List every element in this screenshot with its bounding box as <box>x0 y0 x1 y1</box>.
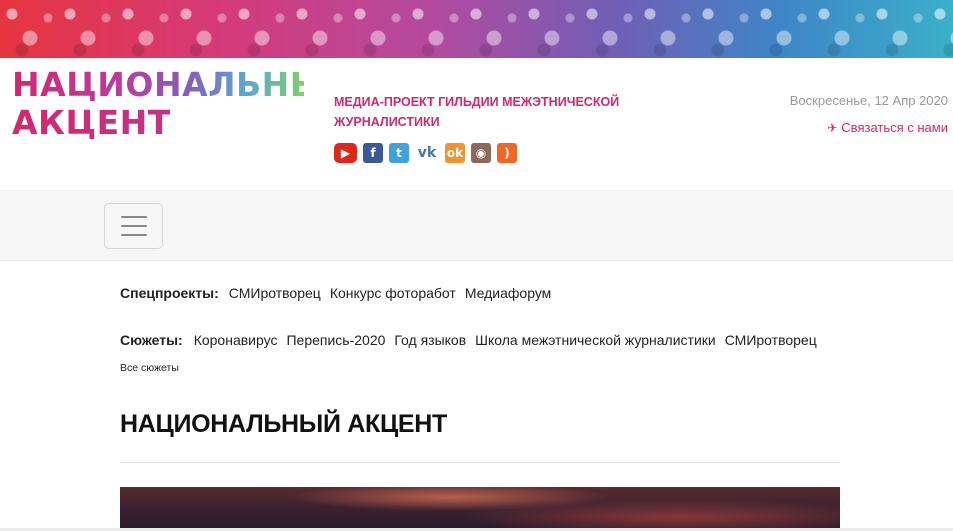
twitter-icon[interactable]: t <box>389 143 409 163</box>
specproject-link[interactable]: Медиафорум <box>465 285 551 301</box>
story-link[interactable]: Год языков <box>394 332 466 348</box>
navbar <box>0 190 953 261</box>
social-links: ▶ f t vk ok ◉ ) <box>334 143 517 163</box>
logo-line-2: АКЦЕНТ <box>12 106 304 139</box>
menu-toggle-button[interactable] <box>104 203 163 249</box>
vk-icon[interactable]: vk <box>415 143 439 163</box>
youtube-icon[interactable]: ▶ <box>334 143 357 163</box>
hamburger-line <box>120 234 147 236</box>
facebook-icon[interactable]: f <box>363 143 383 163</box>
story-link[interactable]: СМИротворец <box>725 332 817 348</box>
story-link[interactable]: Перепись-2020 <box>286 332 385 348</box>
site-tagline: МЕДИА-ПРОЕКТ ГИЛЬДИИ МЕЖЭТНИЧЕСКОЙ ЖУРНА… <box>334 95 620 129</box>
instagram-icon[interactable]: ◉ <box>471 143 491 163</box>
paper-plane-icon: ✈ <box>827 120 838 135</box>
all-stories-link[interactable]: Все сюжеты <box>120 362 179 374</box>
specprojects-row: Спецпроекты: СМИротворец Конкурс фотораб… <box>120 285 560 301</box>
divider <box>120 462 840 463</box>
story-link[interactable]: Школа межэтнической журналистики <box>475 332 716 348</box>
current-date: Воскресенье, 12 Апр 2020 <box>789 93 948 108</box>
rss-icon[interactable]: ) <box>497 143 517 163</box>
hamburger-line <box>120 216 147 218</box>
contact-label: Связаться с нами <box>841 120 948 135</box>
logo-line-1: НАЦИОНАЛЬНЫЙ <box>12 65 353 104</box>
hero-image[interactable] <box>120 487 840 531</box>
ornament-pattern <box>0 0 953 58</box>
odnoklassniki-icon[interactable]: ok <box>445 143 465 163</box>
hamburger-line <box>120 225 147 227</box>
stories-row: Сюжеты: Коронавирус Перепись-2020 Год яз… <box>120 332 826 348</box>
site-logo[interactable]: НАЦИОНАЛЬНЫЙ АКЦЕНТ <box>12 65 353 142</box>
page-headline: НАЦИОНАЛЬНЫЙ АКЦЕНТ <box>120 410 448 438</box>
story-link[interactable]: Коронавирус <box>194 332 278 348</box>
specprojects-label: Спецпроекты: <box>120 285 219 301</box>
contact-link[interactable]: ✈ Связаться с нами <box>827 120 948 135</box>
specproject-link[interactable]: Конкурс фоторабот <box>330 285 456 301</box>
ornament-banner <box>0 0 953 58</box>
specproject-link[interactable]: СМИротворец <box>229 285 321 301</box>
stories-label: Сюжеты: <box>120 332 183 348</box>
